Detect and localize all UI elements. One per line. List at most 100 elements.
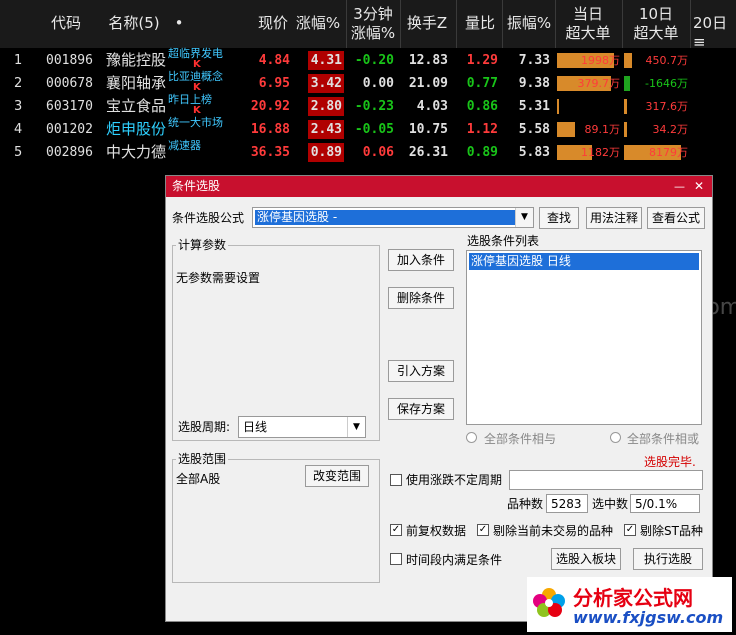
delete-condition-button[interactable]: 删除条件 xyxy=(388,287,454,309)
row-change-3min: -0.05 xyxy=(354,122,394,137)
time-range-checkbox[interactable] xyxy=(390,553,402,565)
row-volume-ratio: 1.29 xyxy=(466,53,498,68)
header-change-3min[interactable]: 3分钟 涨幅% xyxy=(348,5,398,43)
table-row[interactable]: 5 002896 中大力德 减速器 36.35 0.89 0.06 26.31 … xyxy=(0,140,736,164)
header-20day[interactable]: 20日≡ xyxy=(693,14,736,52)
row-code: 001896 xyxy=(46,53,93,68)
adjust-checkbox[interactable]: ✓ xyxy=(390,524,402,536)
adjust-label: 前复权数据 xyxy=(406,524,467,538)
row-index: 4 xyxy=(14,122,23,137)
row-code: 001202 xyxy=(46,122,93,137)
table-row[interactable]: 4 001202 炬申股份 统一大市场 16.88 2.43 -0.05 10.… xyxy=(0,116,736,141)
row-volume-ratio: 0.77 xyxy=(466,76,498,91)
time-range-label: 时间段内满足条件 xyxy=(406,553,503,567)
header-change-pct[interactable]: 涨幅% xyxy=(292,14,344,33)
row-index: 1 xyxy=(14,53,23,68)
execute-button[interactable]: 执行选股 xyxy=(633,548,703,570)
formula-select[interactable]: 涨停基因选股 - ▼ xyxy=(252,207,534,228)
row-price: 16.88 xyxy=(250,122,290,137)
exclude-untraded-checkbox[interactable]: ✓ xyxy=(477,524,489,536)
row-today-value xyxy=(556,95,620,118)
header-dot: • xyxy=(174,14,184,32)
radio-or[interactable] xyxy=(610,432,621,443)
row-index: 3 xyxy=(14,99,23,114)
chevron-down-icon[interactable]: ▼ xyxy=(347,417,365,437)
row-change-3min: -0.23 xyxy=(354,99,394,114)
period-select[interactable]: 日线 ▼ xyxy=(238,416,366,438)
logo-title: 分析家公式网 xyxy=(573,586,693,610)
minimize-icon[interactable]: — xyxy=(674,176,685,197)
view-formula-button[interactable]: 查看公式 xyxy=(647,207,705,229)
table-row[interactable]: 1 001896 豫能控股 超临界发电 K 4.84 4.31 -0.20 12… xyxy=(0,48,736,72)
row-change: 2.43 xyxy=(310,122,342,137)
row-index: 5 xyxy=(14,145,23,160)
row-turnover: 12.83 xyxy=(408,53,448,68)
exclude-st-label: 剔除ST品种 xyxy=(640,524,703,538)
row-amplitude: 9.38 xyxy=(518,76,550,91)
formula-select-value: 涨停基因选股 - xyxy=(255,210,516,225)
column-header-bar: 代码 名称(5) • 现价 涨幅% 3分钟 涨幅% 换手Z 量比 振幅% 当日 超大… xyxy=(0,0,736,51)
condition-list-item[interactable]: 涨停基因选股 日线 xyxy=(469,253,699,270)
row-amplitude: 5.83 xyxy=(518,145,550,160)
header-10day-big-order[interactable]: 10日 超大单 xyxy=(624,5,688,43)
save-plan-button[interactable]: 保存方案 xyxy=(388,398,454,420)
find-button[interactable]: 查找 xyxy=(539,207,579,229)
params-text: 无参数需要设置 xyxy=(176,271,261,285)
formula-label: 条件选股公式 xyxy=(172,211,245,225)
row-today-value: 1998万 xyxy=(581,54,620,67)
row-price: 36.35 xyxy=(250,145,290,160)
count-value: 5283 xyxy=(546,494,588,513)
period-input[interactable] xyxy=(509,470,703,490)
header-volume-ratio[interactable]: 量比 xyxy=(458,14,502,33)
row-name[interactable]: 豫能控股 xyxy=(106,49,172,72)
dialog-titlebar[interactable]: 条件选股 — ✕ xyxy=(166,176,712,197)
change-scope-button[interactable]: 改变范围 xyxy=(305,465,369,487)
header-amplitude[interactable]: 振幅% xyxy=(503,14,555,33)
radio-and[interactable] xyxy=(466,432,477,443)
row-change-3min: 0.06 xyxy=(362,145,394,160)
row-today-value: 89.1万 xyxy=(584,123,621,136)
row-k-mark: K xyxy=(193,82,201,93)
row-name[interactable]: 炬申股份 xyxy=(106,118,172,141)
row-change-3min: 0.00 xyxy=(362,76,394,91)
table-row[interactable]: 3 603170 宝立食品 昨日上榜 K 20.92 2.80 -0.23 4.… xyxy=(0,93,736,118)
selected-value: 5/0.1% xyxy=(630,494,700,513)
row-change: 3.42 xyxy=(310,76,342,91)
row-name[interactable]: 宝立食品 xyxy=(106,95,172,118)
exclude-st-checkbox[interactable]: ✓ xyxy=(624,524,636,536)
header-code[interactable]: 代码 xyxy=(46,14,86,33)
row-10day-value: 8179万 xyxy=(649,146,688,159)
to-board-button[interactable]: 选股入板块 xyxy=(551,548,621,570)
dialog-title: 条件选股 xyxy=(172,179,221,193)
count-label: 品种数 xyxy=(507,497,544,511)
row-amplitude: 5.31 xyxy=(518,99,550,114)
header-today-big-order[interactable]: 当日 超大单 xyxy=(556,5,620,43)
close-icon[interactable]: ✕ xyxy=(694,176,704,197)
period-label: 选股周期: xyxy=(178,420,231,434)
header-name[interactable]: 名称(5) xyxy=(106,14,162,33)
row-name[interactable]: 襄阳轴承 xyxy=(106,72,172,95)
row-code: 603170 xyxy=(46,99,93,114)
header-turnover[interactable]: 换手Z xyxy=(402,14,452,33)
row-amplitude: 7.33 xyxy=(518,53,550,68)
status-text: 选股完毕. xyxy=(644,455,696,469)
table-row[interactable]: 2 000678 襄阳轴承 比亚迪概念 K 6.95 3.42 0.00 21.… xyxy=(0,71,736,95)
row-change-3min: -0.20 xyxy=(354,53,394,68)
add-condition-button[interactable]: 加入条件 xyxy=(388,249,454,271)
usage-note-button[interactable]: 用法注释 xyxy=(586,207,642,229)
row-index: 2 xyxy=(14,76,23,91)
header-price[interactable]: 现价 xyxy=(255,14,291,33)
row-10day-value: 317.6万 xyxy=(645,100,689,113)
row-tag: 统一大市场 xyxy=(168,116,223,129)
condition-list[interactable]: 涨停基因选股 日线 xyxy=(466,250,702,425)
row-price: 4.84 xyxy=(258,53,290,68)
row-k-mark: K xyxy=(193,105,201,116)
row-10day-value: -1646万 xyxy=(645,77,688,90)
row-name[interactable]: 中大力德 xyxy=(106,141,172,164)
row-k-mark: K xyxy=(193,59,201,70)
chevron-down-icon[interactable]: ▼ xyxy=(515,208,533,227)
use-period-checkbox[interactable] xyxy=(390,474,402,486)
row-tag: 昨日上榜 xyxy=(168,93,212,106)
import-plan-button[interactable]: 引入方案 xyxy=(388,360,454,382)
use-period-label: 使用涨跌不定周期 xyxy=(406,473,503,487)
